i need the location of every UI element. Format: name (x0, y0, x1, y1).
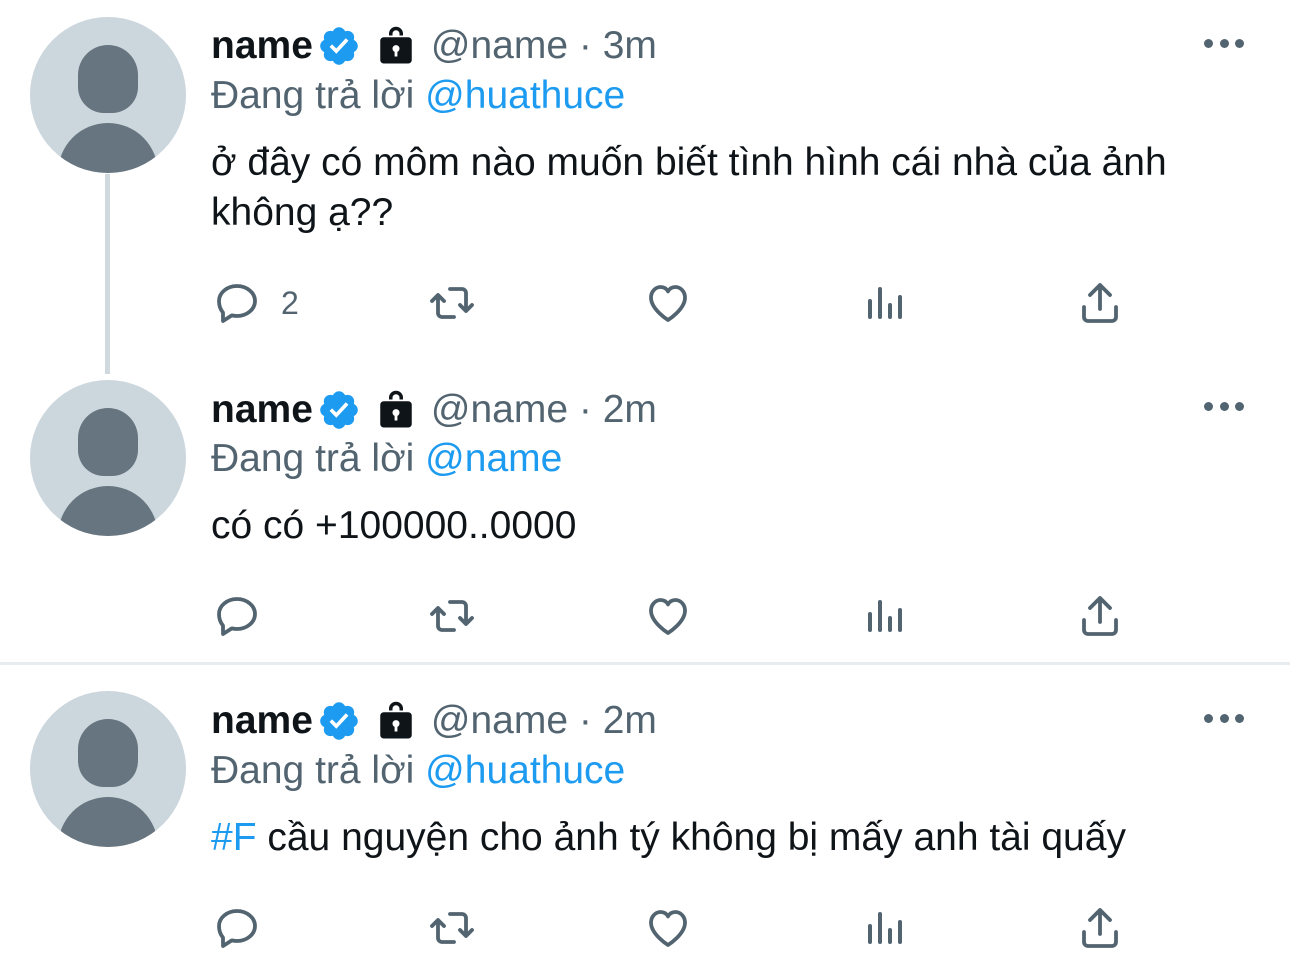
retweet-icon (428, 904, 476, 952)
handle-and-time[interactable]: @name · 2m (431, 699, 657, 743)
analytics-button[interactable] (860, 903, 908, 953)
reply-button[interactable] (213, 903, 281, 953)
reply-icon (213, 904, 261, 952)
tweet[interactable]: name @name · 2m Đang trả lời @huathuce #… (0, 0, 1290, 969)
tweet-text: #F cầu nguyện cho ảnh tý không bị mấy an… (211, 813, 1251, 863)
replying-to-label: Đang trả lời (211, 749, 415, 792)
display-name[interactable]: name (211, 699, 313, 743)
like-button[interactable] (644, 903, 692, 953)
tweet-header: name @name · 2m (211, 697, 657, 745)
analytics-icon (860, 904, 908, 952)
avatar[interactable] (30, 691, 186, 847)
replying-to: Đang trả lời @huathuce (211, 749, 625, 793)
retweet-button[interactable] (428, 903, 476, 953)
replying-to-link[interactable]: @huathuce (425, 749, 625, 792)
tweet-text-body: cầu nguyện cho ảnh tý không bị mấy anh t… (256, 816, 1126, 859)
hashtag-link[interactable]: #F (211, 816, 257, 859)
share-icon (1076, 904, 1124, 952)
more-icon (1204, 713, 1213, 723)
verified-badge-icon (317, 699, 361, 743)
share-button[interactable] (1076, 903, 1124, 953)
action-bar (0, 903, 1290, 953)
more-options-button[interactable] (1204, 708, 1244, 728)
lock-icon (375, 699, 417, 743)
like-icon (644, 904, 692, 952)
